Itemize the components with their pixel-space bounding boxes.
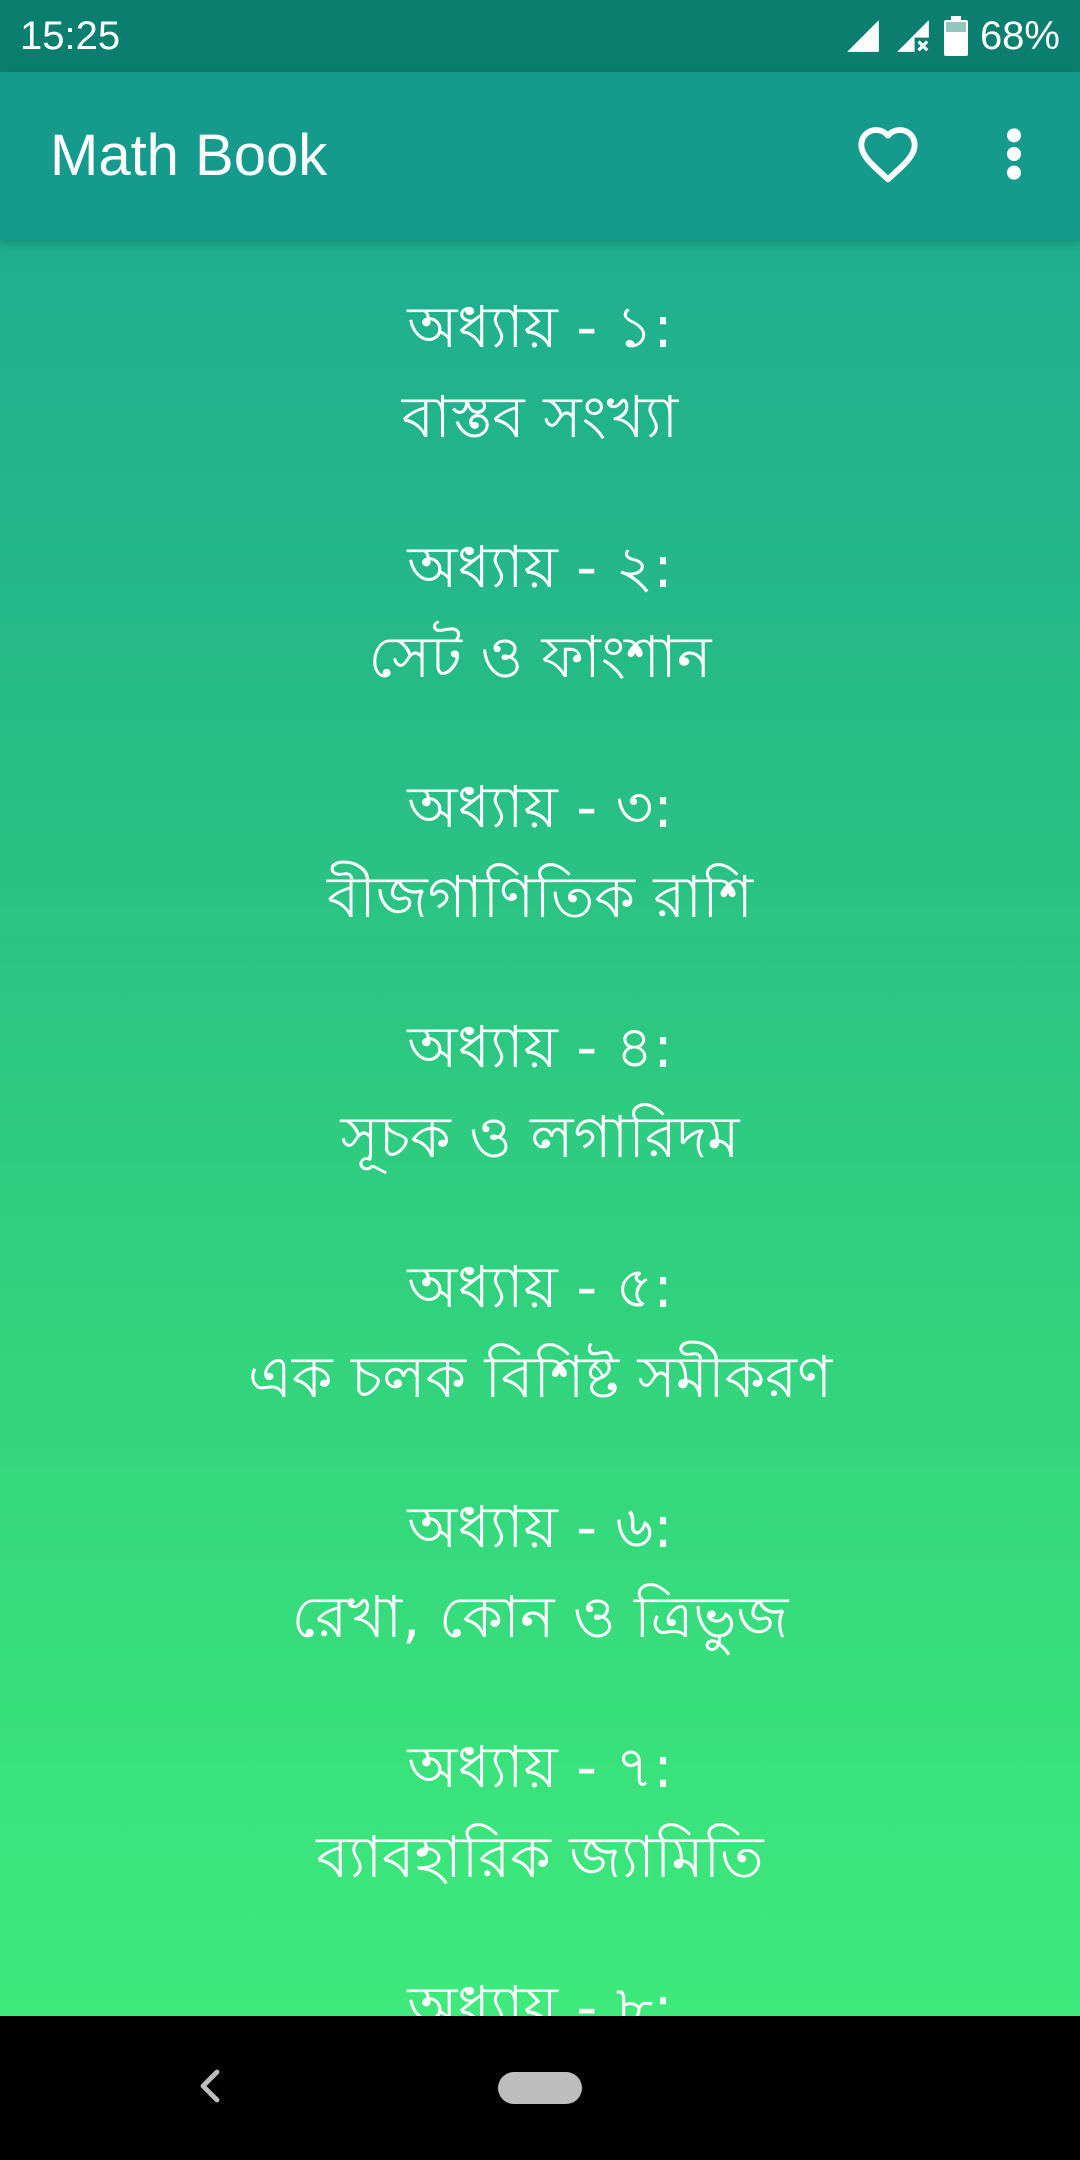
chevron-left-icon — [199, 2068, 221, 2108]
overflow-menu-button[interactable] — [972, 114, 1056, 198]
screen: 15:25 68% Math Book অধ্যায় - ১: বাস্তব … — [0, 0, 1080, 2016]
chapter-item-7[interactable]: অধ্যায় - ৭: ব্যাবহারিক জ্যামিতি — [0, 1680, 1080, 1920]
chapter-title: বাস্তব সংখ্যা — [401, 383, 679, 451]
favorite-button[interactable] — [846, 114, 930, 198]
chapter-item-3[interactable]: অধ্যায় - ৩: বীজগাণিতিক রাশি — [0, 720, 1080, 960]
chapter-item-8[interactable]: অধ্যায় - ৮: — [0, 1920, 1080, 2016]
chapter-title: বীজগাণিতিক রাশি — [326, 863, 754, 931]
heart-outline-icon — [856, 124, 920, 188]
chapter-number: অধ্যায় - ৭: — [407, 1733, 673, 1801]
chapter-number: অধ্যায় - ২: — [407, 533, 673, 601]
chapter-number: অধ্যায় - ৬: — [407, 1493, 673, 1561]
chapter-item-6[interactable]: অধ্যায় - ৬: রেখা, কোন ও ত্রিভুজ — [0, 1440, 1080, 1680]
status-time: 15:25 — [20, 14, 121, 58]
chapter-title: ব্যাবহারিক জ্যামিতি — [316, 1823, 764, 1891]
signal-no-sim-icon — [894, 17, 932, 55]
chapter-number: অধ্যায় - ৩: — [407, 773, 673, 841]
chapter-item-5[interactable]: অধ্যায় - ৫: এক চলক বিশিষ্ট সমীকরণ — [0, 1200, 1080, 1440]
home-pill-button[interactable] — [498, 2072, 582, 2104]
chapter-number: অধ্যায় - ১: — [407, 293, 673, 361]
signal-icon — [844, 17, 882, 55]
chapter-title: সূচক ও লগারিদম — [340, 1103, 740, 1171]
chapter-number: অধ্যায় - ৮: — [407, 1973, 673, 2016]
battery-icon — [943, 16, 968, 56]
status-bar: 15:25 68% — [0, 0, 1080, 72]
chapter-item-4[interactable]: অধ্যায় - ৪: সূচক ও লগারিদম — [0, 960, 1080, 1200]
status-icons: 68% — [844, 10, 1060, 62]
chapter-item-2[interactable]: অধ্যায় - ২: সেট ও ফাংশান — [0, 480, 1080, 720]
chapter-number: অধ্যায় - ৫: — [407, 1253, 673, 1321]
navigation-bar — [0, 2016, 1080, 2160]
more-vertical-icon — [1004, 126, 1024, 186]
back-button[interactable] — [182, 2056, 238, 2120]
app-title: Math Book — [50, 123, 328, 188]
chapter-title: এক চলক বিশিষ্ট সমীকরণ — [247, 1343, 833, 1411]
battery-percent: 68% — [979, 14, 1060, 58]
chapter-title: রেখা, কোন ও ত্রিভুজ — [291, 1583, 789, 1651]
chapter-title: সেট ও ফাংশান — [368, 623, 712, 691]
chapter-list: অধ্যায় - ১: বাস্তব সংখ্যা অধ্যায় - ২: … — [0, 240, 1080, 2016]
app-bar: Math Book — [0, 72, 1080, 240]
chapter-item-1[interactable]: অধ্যায় - ১: বাস্তব সংখ্যা — [0, 240, 1080, 480]
chapter-number: অধ্যায় - ৪: — [407, 1013, 673, 1081]
